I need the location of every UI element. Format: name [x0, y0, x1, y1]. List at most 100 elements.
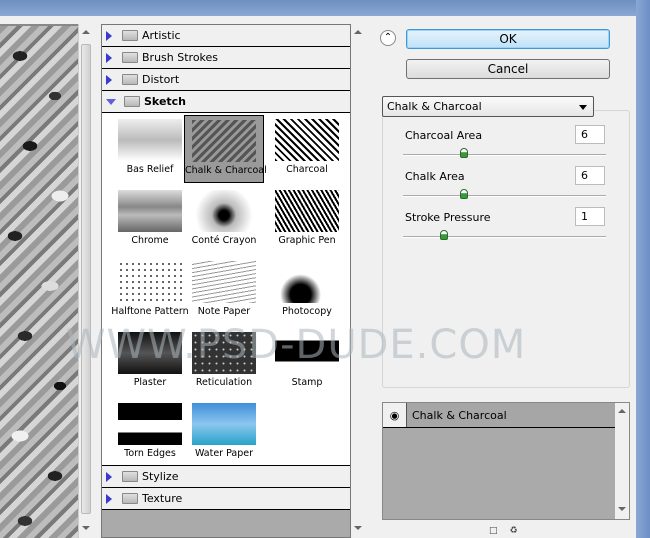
triangle-right-icon[interactable]: [106, 30, 112, 41]
param-label: Chalk Area: [405, 170, 465, 183]
folder-icon: [122, 493, 138, 504]
filter-thumbnail[interactable]: Charcoal: [267, 115, 347, 183]
settings-panel: ⌃ OK Cancel Chalk & Charcoal Charcoal Ar…: [370, 24, 636, 538]
sketch-thumbnails: Bas Relief Chalk & Charcoal Charcoal Chrome…: [102, 113, 350, 466]
param-value-input[interactable]: 6: [575, 125, 605, 144]
folder-icon: [122, 471, 138, 482]
filter-thumbnail[interactable]: Torn Edges: [110, 399, 190, 467]
filter-preview-image: [118, 403, 182, 445]
slider-track[interactable]: [403, 236, 606, 238]
filter-thumbnail[interactable]: Photocopy: [267, 257, 347, 325]
filter-preview-image: [192, 332, 256, 374]
trash-icon[interactable]: ♻: [510, 526, 518, 536]
category-label: Brush Strokes: [142, 51, 219, 64]
category-label: Artistic: [142, 29, 181, 42]
scroll-down-icon[interactable]: [354, 526, 362, 530]
triangle-right-icon[interactable]: [106, 471, 112, 482]
filter-preview-image: [118, 261, 182, 303]
triangle-right-icon[interactable]: [106, 52, 112, 63]
filter-label: Note Paper: [197, 306, 251, 317]
filter-panel-scrollbar[interactable]: [351, 24, 365, 538]
triangle-down-icon[interactable]: [106, 98, 116, 105]
filter-label: Chrome: [131, 235, 169, 246]
filter-label: Torn Edges: [124, 448, 176, 459]
filter-thumbnail[interactable]: Graphic Pen: [267, 186, 347, 254]
scroll-down-icon[interactable]: [618, 507, 626, 511]
slider-track[interactable]: [403, 154, 606, 156]
filter-label: Reticulation: [195, 377, 253, 388]
folder-icon: [122, 30, 138, 41]
new-effect-layer-icon[interactable]: □: [489, 526, 498, 536]
filter-thumbnail[interactable]: Chrome: [110, 186, 190, 254]
category-label: Sketch: [144, 95, 187, 108]
category-distort[interactable]: Distort: [102, 69, 350, 91]
filter-label: Halftone Pattern: [111, 306, 189, 317]
param-value-input[interactable]: 1: [575, 207, 605, 226]
filter-thumbnail[interactable]: Note Paper: [184, 257, 264, 325]
filter-preview-image: [118, 190, 182, 232]
filter-select[interactable]: Chalk & Charcoal: [382, 96, 594, 117]
chevron-down-icon: [579, 105, 587, 110]
image-preview[interactable]: [0, 24, 78, 538]
category-texture[interactable]: Texture: [102, 488, 350, 510]
filter-label: Chalk & Charcoal: [185, 165, 267, 176]
filter-label: Graphic Pen: [278, 235, 336, 246]
category-sketch[interactable]: Sketch: [102, 91, 350, 113]
category-label: Texture: [142, 492, 183, 505]
filter-thumbnail[interactable]: Water Paper: [184, 399, 264, 467]
scroll-up-icon[interactable]: [618, 409, 626, 413]
filter-preview-image: [192, 190, 256, 232]
filter-select-value: Chalk & Charcoal: [387, 100, 482, 113]
category-label: Distort: [142, 73, 180, 86]
filter-settings-group: [382, 110, 630, 388]
scroll-up-icon[interactable]: [354, 30, 362, 34]
folder-icon: [122, 74, 138, 85]
filter-label: Charcoal: [286, 164, 328, 175]
filter-label: Photocopy: [282, 306, 332, 317]
preview-scrollbar[interactable]: [78, 24, 92, 538]
scroll-thumb[interactable]: [81, 44, 91, 514]
slider-track[interactable]: [403, 195, 606, 197]
ok-button[interactable]: OK: [406, 29, 610, 49]
category-stylize[interactable]: Stylize: [102, 466, 350, 488]
filter-thumbnail[interactable]: Chalk & Charcoal: [184, 115, 267, 183]
slider-knob[interactable]: [459, 148, 468, 158]
filter-label: Stamp: [291, 377, 323, 388]
slider-knob[interactable]: [459, 189, 468, 199]
slider-knob[interactable]: [439, 230, 448, 240]
double-chevron-up-icon[interactable]: ⌃: [380, 30, 396, 46]
filter-thumbnail[interactable]: Conté Crayon: [184, 186, 264, 254]
param-label: Stroke Pressure: [405, 211, 491, 224]
param-value-input[interactable]: 6: [575, 166, 605, 185]
filter-label: Plaster: [133, 377, 167, 388]
triangle-right-icon[interactable]: [106, 74, 112, 85]
scroll-up-icon[interactable]: [82, 30, 90, 34]
filter-label: Conté Crayon: [191, 235, 257, 246]
filter-preview-image: [118, 119, 182, 161]
filter-preview-image: [192, 403, 256, 445]
filter-thumbnail[interactable]: Bas Relief: [110, 115, 190, 183]
effect-layer-row[interactable]: ◉ Chalk & Charcoal: [383, 403, 629, 428]
eye-icon[interactable]: ◉: [383, 403, 407, 427]
category-label: Stylize: [142, 470, 179, 483]
category-artistic[interactable]: Artistic: [102, 25, 350, 47]
category-brush-strokes[interactable]: Brush Strokes: [102, 47, 350, 69]
cancel-button[interactable]: Cancel: [406, 59, 610, 79]
filter-label: Water Paper: [194, 448, 253, 459]
scroll-down-icon[interactable]: [82, 526, 90, 530]
param-label: Charcoal Area: [405, 129, 483, 142]
filter-preview-image: [275, 119, 339, 161]
filter-preview-image: [275, 332, 339, 374]
filter-thumbnail[interactable]: Reticulation: [184, 328, 264, 396]
filter-thumbnail[interactable]: Plaster: [110, 328, 190, 396]
window-titlebar: [0, 0, 650, 16]
filter-preview-image: [118, 332, 182, 374]
filter-thumbnail[interactable]: Halftone Pattern: [110, 257, 190, 325]
filter-thumbnail[interactable]: Stamp: [267, 328, 347, 396]
layers-scrollbar[interactable]: [615, 403, 629, 519]
filter-label: Bas Relief: [126, 164, 174, 175]
folder-icon: [122, 52, 138, 63]
triangle-right-icon[interactable]: [106, 493, 112, 504]
filter-preview-image: [192, 261, 256, 303]
filter-gallery-panel: Artistic Brush Strokes Distort Sketch Bas R…: [101, 24, 351, 538]
